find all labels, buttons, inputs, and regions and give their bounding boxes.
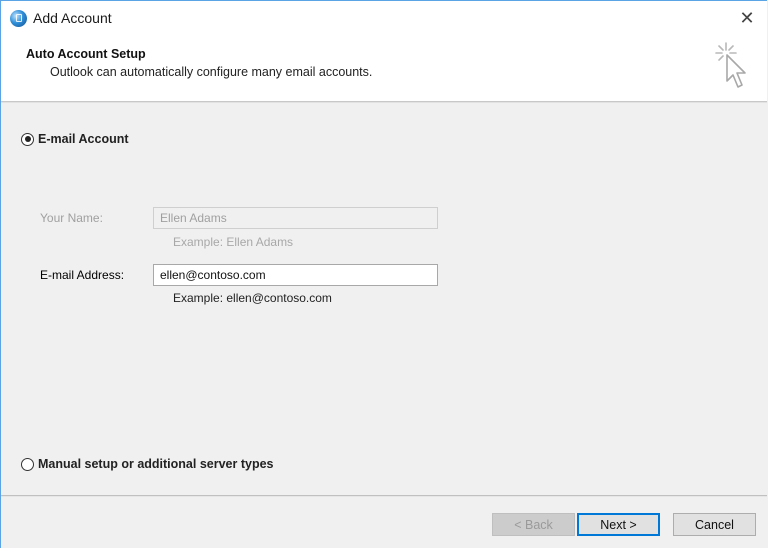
radio-email-account[interactable]: E-mail Account [21, 132, 129, 146]
email-address-label: E-mail Address: [40, 268, 125, 282]
cancel-button[interactable]: Cancel [673, 513, 756, 536]
wizard-header: Auto Account Setup Outlook can automatic… [1, 37, 767, 102]
header-subtitle: Outlook can automatically configure many… [50, 65, 373, 79]
title-bar: Add Account ✕ [1, 1, 767, 37]
footer-divider [1, 495, 767, 496]
click-cursor-icon [715, 42, 746, 88]
outlook-app-icon [10, 10, 27, 27]
next-button[interactable]: Next > [577, 513, 660, 536]
your-name-example: Example: Ellen Adams [173, 235, 294, 249]
manual-setup-label: Manual setup or additional server types [38, 457, 274, 471]
email-address-input[interactable] [153, 264, 438, 286]
email-account-label: E-mail Account [38, 132, 129, 146]
radio-manual-setup[interactable]: Manual setup or additional server types [21, 457, 273, 471]
radio-button-selected[interactable] [21, 132, 34, 146]
add-account-dialog: Add Account ✕ Auto Account Setup Outlook… [0, 0, 767, 548]
close-icon: ✕ [739, 7, 755, 29]
close-button[interactable]: ✕ [731, 3, 763, 33]
window-title: Add Account [33, 10, 112, 26]
your-name-label: Your Name: [40, 211, 103, 225]
radio-button-unselected[interactable] [21, 457, 34, 471]
email-address-example: Example: ellen@contoso.com [173, 291, 332, 305]
back-button[interactable]: < Back [492, 513, 575, 536]
header-title: Auto Account Setup [26, 47, 146, 61]
your-name-input[interactable] [153, 207, 438, 229]
